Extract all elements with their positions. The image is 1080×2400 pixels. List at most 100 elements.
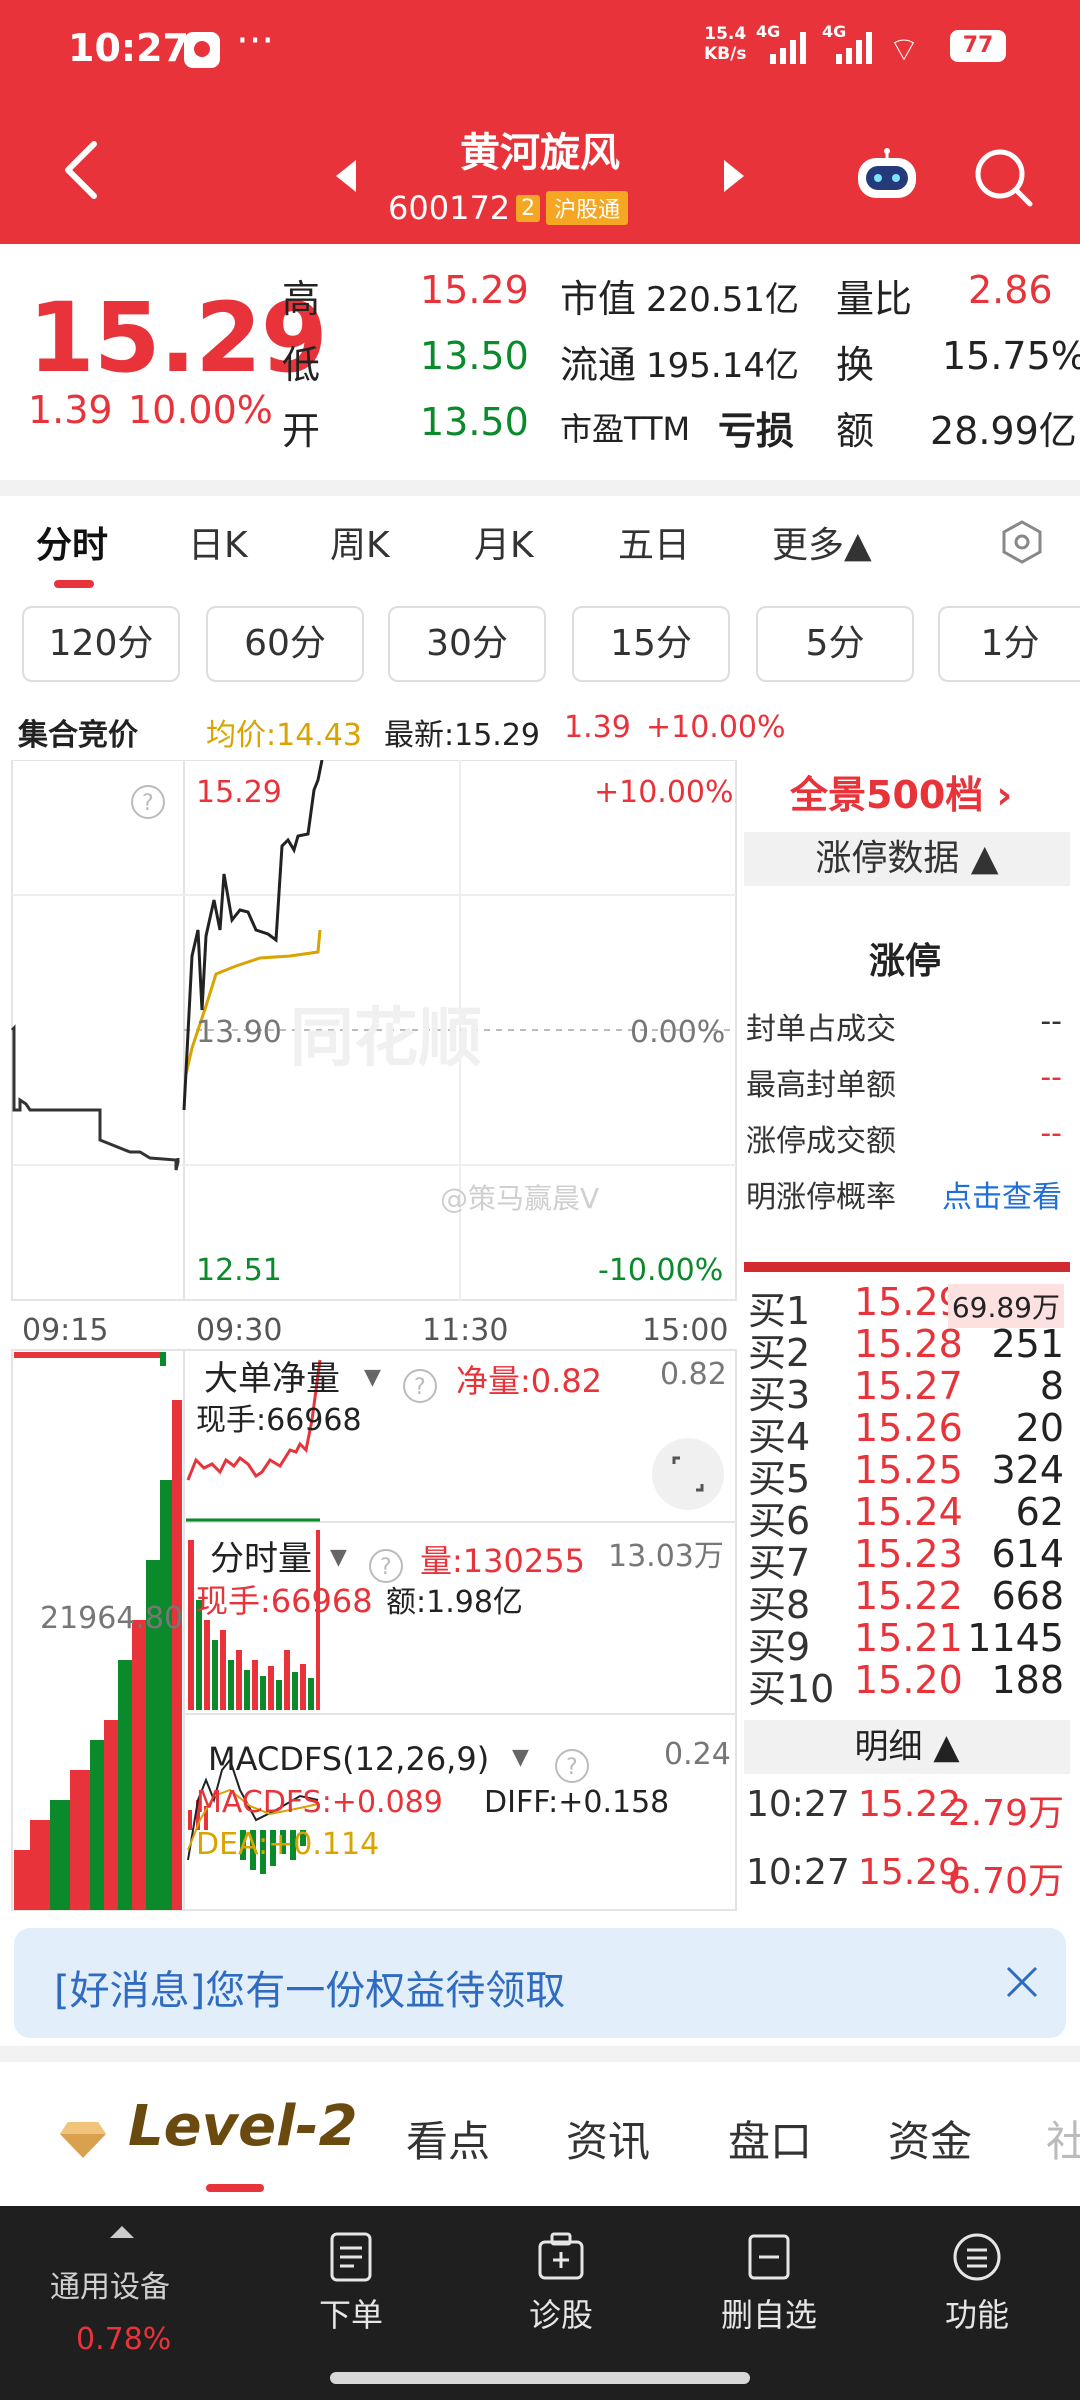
stock-code-row: 600172 2 沪股通 (388, 188, 629, 228)
diamond-icon (60, 2122, 106, 2158)
tab-funds[interactable]: 资金 (888, 2108, 972, 2169)
signal-icon (770, 32, 806, 64)
open-label: 开 (282, 409, 321, 453)
active-tab-indicator (54, 580, 94, 588)
latest-price: 最新:15.29 (384, 718, 540, 753)
amount-label: 额 (836, 409, 875, 453)
intraday-chart: 同花顺 ? 15.29 13.90 12.51 +10.00% 0.00% -1… (10, 759, 737, 1911)
bid-row: 买10 15.20 188 (744, 1658, 1070, 1711)
svg-text:?: ? (142, 791, 154, 816)
chart-settings-icon[interactable] (1000, 520, 1044, 564)
trade-price: 15.22 (858, 1784, 962, 1825)
tab-monthly-k[interactable]: 月K (474, 516, 534, 568)
tab-weekly-k[interactable]: 周K (330, 516, 390, 568)
menu-icon (953, 2233, 1001, 2281)
volume-value: 量:130255 (420, 1542, 585, 1580)
status-bar: 10:27 ··· 15.4 KB/s 4G 4G ⌔ 77 (0, 0, 1080, 100)
volume-amount: 额:1.98亿 (386, 1585, 523, 1620)
time-label-0930: 09:30 (196, 1313, 282, 1348)
functions-button[interactable]: 功能 (892, 2230, 1062, 2336)
tab-five-day[interactable]: 五日 (618, 516, 690, 568)
search-icon[interactable] (972, 146, 1034, 208)
period-120min[interactable]: 120分 (22, 606, 180, 682)
order-book-divider (744, 1262, 1070, 1272)
tab-daily-k[interactable]: 日K (188, 516, 248, 568)
help-glyph: ? (414, 1375, 426, 1400)
remove-watchlist-button[interactable]: 删自选 (684, 2230, 854, 2336)
remove-watchlist-label: 删自选 (720, 2296, 817, 2334)
limit-up-data-toggle[interactable]: 涨停数据 ▲ (744, 832, 1070, 886)
price-low-label: 12.51 (196, 1253, 282, 1288)
panorama-500-link[interactable]: 全景500档 › (790, 764, 1012, 819)
quote-panel: 15.29 1.39 10.00% 高 15.29 低 13.50 开 13.5… (0, 244, 1080, 480)
pct-high-label: +10.00% (594, 775, 734, 810)
bid-row: 买5 15.25 324 (744, 1448, 1070, 1501)
period-60min[interactable]: 60分 (206, 606, 364, 682)
tab-level2[interactable]: Level-2 (128, 2094, 358, 2159)
bid-qty: 251 (991, 1322, 1064, 1366)
tab-more[interactable]: 更多▲ (772, 516, 872, 568)
period-15min[interactable]: 15分 (572, 606, 730, 682)
latest-change-pct: +10.00% (646, 710, 786, 745)
device-label[interactable]: 通用设备 (50, 2262, 170, 2306)
fullscreen-icon[interactable] (652, 1438, 724, 1510)
promo-banner[interactable]: [好消息]您有一份权益待领取 (14, 1928, 1066, 2038)
level-badge: 2 (516, 194, 541, 222)
trade-time: 10:27 (746, 1784, 850, 1825)
volume-label[interactable]: 分时量 (210, 1539, 312, 1579)
bid-row: 买6 15.24 62 (744, 1490, 1070, 1543)
dropdown-icon-3: ▼ (512, 1745, 529, 1770)
period-1min[interactable]: 1分 (938, 606, 1080, 682)
trade-detail-toggle[interactable]: 明细 ▲ (744, 1720, 1070, 1774)
trade-time: 10:27 (746, 1852, 850, 1893)
expand-arrow-icon[interactable] (110, 2226, 134, 2238)
home-indicator[interactable] (330, 2372, 750, 2384)
bid-row: 买4 15.26 20 (744, 1406, 1070, 1459)
more-notifications-icon: ··· (236, 18, 275, 64)
pe-label: 市盈TTM (560, 410, 691, 448)
seal-ratio-label: 封单占成交 (746, 1012, 896, 1047)
amount-value: 28.99亿 (930, 409, 1077, 453)
macd-label[interactable]: MACDFS(12,26,9) (208, 1740, 489, 1778)
bid-price: 15.20 (854, 1658, 963, 1702)
chart-tabs: 分时 日K 周K 月K 五日 更多▲ (0, 496, 1080, 596)
panorama-500-label: 全景500档 (790, 773, 984, 817)
ai-assistant-icon[interactable] (852, 148, 922, 202)
place-order-button[interactable]: 下单 (266, 2230, 436, 2336)
latest-change: 1.39 (564, 710, 631, 745)
period-30min[interactable]: 30分 (388, 606, 546, 682)
time-label-0915: 09:15 (22, 1313, 108, 1348)
tab-news[interactable]: 资讯 (566, 2108, 650, 2169)
chart-area[interactable]: 同花顺 ? 15.29 13.90 12.51 +10.00% 0.00% -1… (0, 759, 740, 1920)
volume-now: 现手:66968 (196, 1582, 373, 1620)
tab-intraday[interactable]: 分时 (36, 516, 108, 568)
trade-price: 15.29 (858, 1852, 962, 1893)
avg-price: 均价:14.43 (206, 718, 362, 753)
period-5min[interactable]: 5分 (756, 606, 914, 682)
tab-highlights[interactable]: 看点 (406, 2108, 490, 2169)
promo-banner-text: [好消息]您有一份权益待领取 (54, 1968, 566, 2014)
bid-qty: 62 (1015, 1490, 1064, 1534)
diagnose-button[interactable]: 诊股 (476, 2230, 646, 2336)
next-stock-arrow-icon[interactable] (724, 160, 744, 192)
net-speed-value: 15.4 (704, 24, 747, 44)
dropdown-icon-2: ▼ (330, 1545, 347, 1570)
limit-up-amount-label: 涨停成交额 (746, 1124, 896, 1159)
pct-low-label: -10.00% (598, 1253, 723, 1288)
price-high-label: 15.29 (196, 775, 282, 810)
view-probability-link[interactable]: 点击查看 (942, 1172, 1062, 1216)
open-value: 13.50 (420, 400, 529, 444)
volume-ratio-label: 量比 (836, 277, 913, 321)
tab-community[interactable]: 社 (1046, 2108, 1080, 2169)
limit-up-amount-row: 涨停成交额 -- (746, 1116, 1070, 1160)
auction-volume-value: 21964.80 (40, 1601, 183, 1636)
close-icon[interactable] (1004, 1964, 1040, 2000)
big-order-label[interactable]: 大单净量 (204, 1359, 340, 1399)
pct-mid-label: 0.00% (630, 1015, 725, 1050)
help-icon[interactable]: ? (131, 785, 165, 819)
bid-qty: 668 (991, 1574, 1064, 1618)
tab-order-book[interactable]: 盘口 (728, 2108, 812, 2169)
limit-up-prob-label: 明涨停概率 (746, 1180, 896, 1215)
bid-qty: 614 (991, 1532, 1064, 1576)
time-label-1130: 11:30 (422, 1313, 508, 1348)
